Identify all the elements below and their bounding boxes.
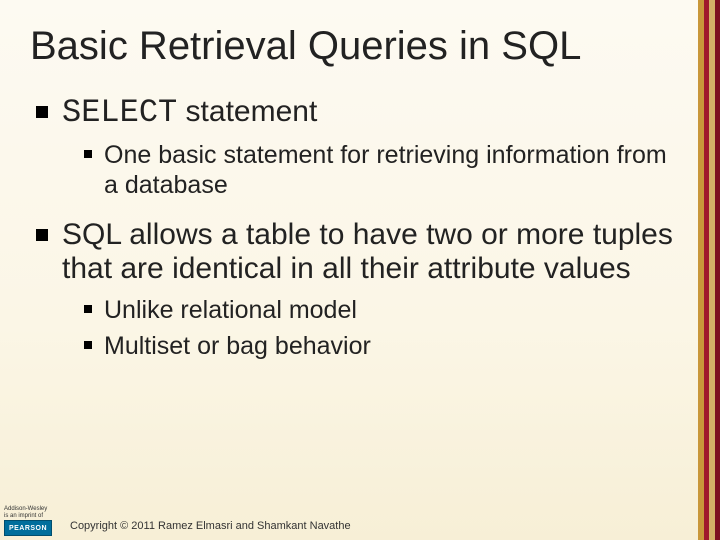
select-keyword: SELECT	[62, 94, 177, 131]
sub-item: One basic statement for retrieving infor…	[84, 140, 678, 200]
pearson-badge: PEARSON	[4, 520, 52, 536]
copyright-text: Copyright © 2011 Ramez Elmasri and Shamk…	[70, 520, 351, 532]
sub-list: Unlike relational model Multiset or bag …	[84, 295, 678, 361]
slide: Basic Retrieval Queries in SQL SELECT st…	[0, 0, 720, 540]
footer: Addison-Wesley is an imprint of PEARSON …	[0, 506, 720, 540]
publisher-logo: Addison-Wesley is an imprint of PEARSON	[4, 506, 64, 536]
select-rest: statement	[177, 95, 317, 128]
bullet-item-multiset: SQL allows a table to have two or more t…	[36, 218, 678, 361]
accent-stripe	[698, 0, 720, 540]
slide-body: SELECT statement One basic statement for…	[36, 95, 678, 379]
bullet-list: SELECT statement One basic statement for…	[36, 95, 678, 361]
bullet-text: SQL allows a table to have two or more t…	[62, 218, 673, 286]
sub-item: Unlike relational model	[84, 295, 678, 325]
bullet-item-select: SELECT statement One basic statement for…	[36, 95, 678, 200]
logo-line1: Addison-Wesley	[4, 506, 64, 512]
sub-list: One basic statement for retrieving infor…	[84, 140, 678, 200]
logo-line2: is an imprint of	[4, 513, 64, 519]
sub-item: Multiset or bag behavior	[84, 331, 678, 361]
slide-title: Basic Retrieval Queries in SQL	[30, 24, 680, 69]
